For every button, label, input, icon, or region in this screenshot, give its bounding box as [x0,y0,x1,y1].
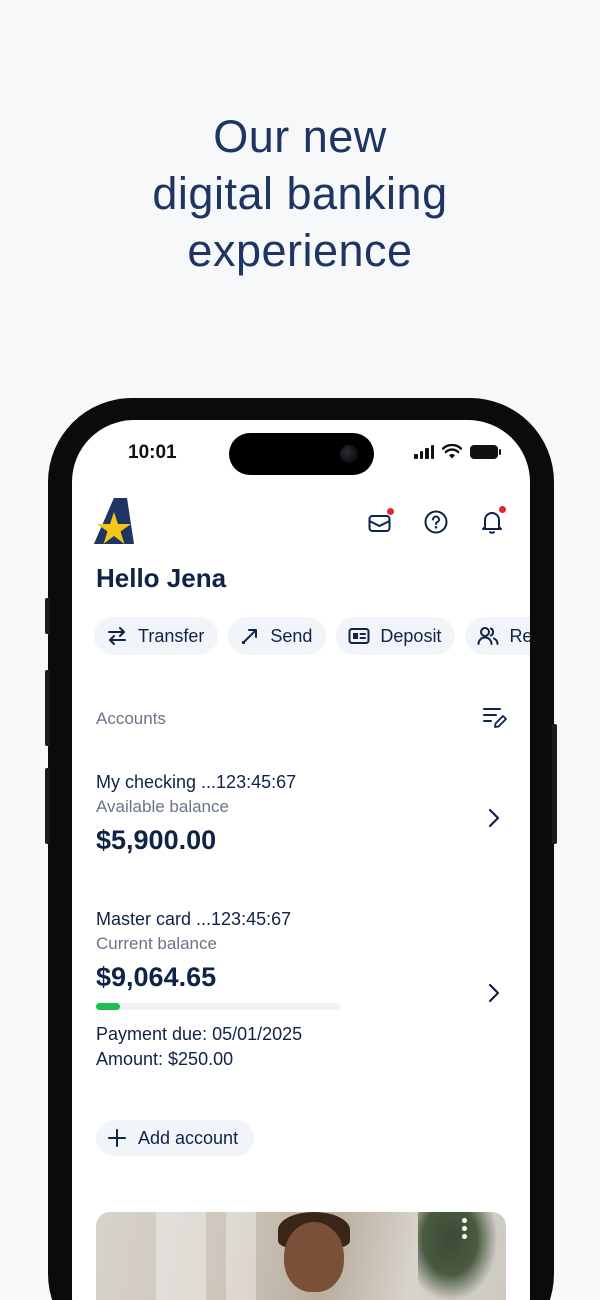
send-button[interactable]: Send [228,617,327,655]
account-name: Master card ...123:45:67 [96,909,292,929]
request-label: Re [509,625,530,646]
dynamic-island [229,433,374,475]
phone-screen: 10:01 Hello Jena Transfer Send Deposit R… [72,420,530,1300]
account-name: My checking ...123:45:67 [96,772,297,792]
more-options-icon[interactable] [462,1218,468,1242]
chevron-right-icon [488,808,500,828]
add-account-button[interactable]: Add account [96,1120,255,1156]
volume-up-button [45,670,50,746]
promo-person [284,1222,344,1292]
greeting: Hello Jena [96,563,227,593]
headline-line-2: digital banking [152,168,448,219]
balance-amount: $5,900.00 [96,825,217,855]
payment-amount: Amount: $250.00 [96,1049,234,1069]
send-label: Send [270,625,313,646]
cellular-signal-icon [414,444,434,459]
balance-label: Available balance [96,797,229,816]
camera-icon [340,445,358,463]
star-a-logo[interactable] [94,498,134,544]
deposit-label: Deposit [380,625,442,646]
quick-actions: Transfer Send Deposit Re [94,617,530,655]
mail-icon[interactable] [364,508,396,536]
bell-icon[interactable] [476,506,508,536]
headline-line-1: Our new [213,111,387,162]
account-card-checking[interactable]: My checking ...123:45:67 Available balan… [96,772,506,856]
payment-progress-bar [96,1003,340,1010]
headline-line-3: experience [187,225,413,276]
headline: Our new digital banking experience [0,108,600,279]
balance-label: Current balance [96,934,217,953]
payment-progress-fill [96,1003,121,1010]
plus-icon [108,1129,126,1147]
transfer-label: Transfer [138,625,205,646]
notification-dot [387,508,394,515]
transfer-button[interactable]: Transfer [94,617,219,655]
people-icon [477,627,499,645]
wifi-icon [442,444,462,459]
header-actions [364,506,508,536]
add-account-label: Add account [138,1127,239,1148]
volume-down-button [45,768,50,844]
status-icons [414,444,501,459]
send-arrow-icon [242,629,258,645]
phone-frame: 10:01 Hello Jena Transfer Send Deposit R… [45,398,557,1300]
request-button[interactable]: Re [465,617,530,655]
chevron-right-icon [488,983,500,1003]
check-deposit-icon [348,628,370,644]
promo-plant [418,1212,498,1300]
edit-list-icon[interactable] [482,706,508,730]
help-icon[interactable] [420,508,452,536]
balance-amount: $9,064.65 [96,962,217,992]
payment-due: Payment due: 05/01/2025 [96,1024,303,1044]
transfer-arrows-icon [108,627,126,645]
status-time: 10:01 [128,442,177,463]
promo-image-card[interactable] [96,1212,506,1300]
power-button [552,724,557,844]
notification-dot [499,506,506,513]
mute-switch [45,598,50,634]
accounts-title: Accounts [96,709,166,728]
account-card-mastercard[interactable]: Master card ...123:45:67 Current balance… [96,909,506,1072]
deposit-button[interactable]: Deposit [336,617,456,655]
battery-icon [470,444,501,459]
